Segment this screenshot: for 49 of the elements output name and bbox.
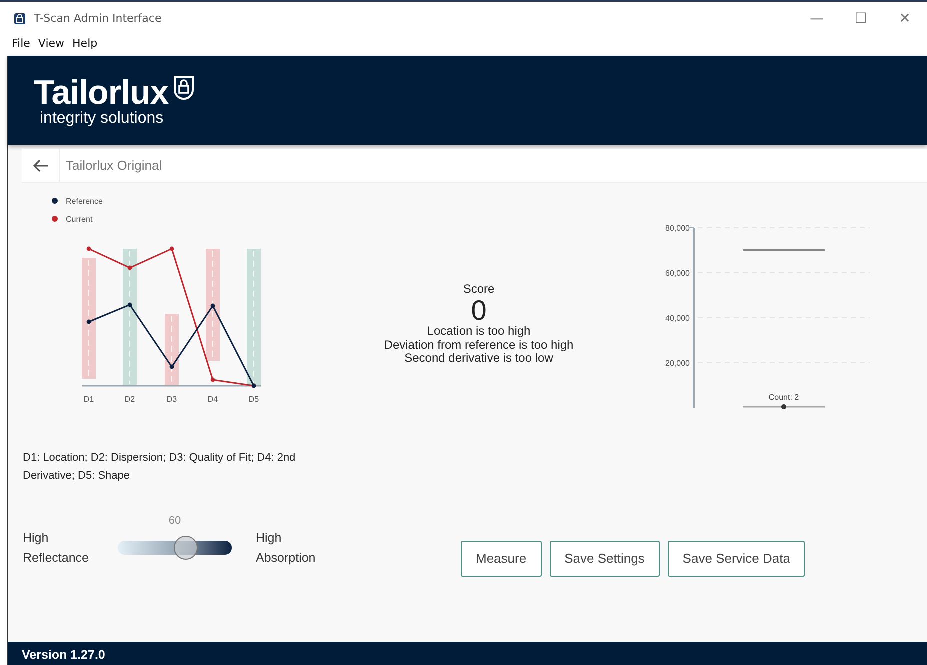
- page-title: Tailorlux Original: [65, 156, 162, 175]
- score-value: 0: [470, 296, 488, 325]
- maximize-icon[interactable]: ☐: [839, 8, 883, 30]
- window-title: T-Scan Admin Interface: [34, 10, 162, 27]
- brand-tagline: integrity solutions: [39, 110, 165, 128]
- axis-label: D4: [208, 395, 218, 404]
- axis-label: D2: [124, 395, 136, 404]
- score-message: Location is too high: [426, 324, 532, 339]
- data-point: [128, 302, 132, 308]
- legend-label: Current: [66, 215, 93, 224]
- action-button[interactable]: Save Settings: [550, 541, 660, 576]
- slider-label: High Reflectance: [23, 530, 90, 567]
- axis-label: D5: [248, 395, 260, 404]
- slider-label: High Absorption: [256, 530, 317, 567]
- score-message: Deviation from reference is too high: [383, 338, 575, 352]
- range-bar: [165, 314, 179, 386]
- data-point: [86, 246, 92, 252]
- axis-label: D3: [166, 395, 178, 404]
- app-icon: [14, 13, 26, 25]
- data-point: [170, 246, 174, 252]
- menu-item[interactable]: File: [12, 36, 30, 56]
- data-point: [86, 320, 92, 324]
- legend-label: Reference: [66, 197, 103, 206]
- menu-item[interactable]: Help: [72, 36, 98, 56]
- slider-thumb[interactable]: [174, 536, 198, 560]
- action-button[interactable]: Save Service Data: [668, 541, 806, 576]
- action-button[interactable]: Measure: [461, 541, 542, 576]
- score-label: Score: [462, 283, 496, 297]
- close-icon[interactable]: ✕: [883, 8, 927, 30]
- brand-name: Tailorlux: [34, 76, 169, 110]
- slider-track[interactable]: [118, 536, 232, 560]
- data-point: [210, 378, 216, 382]
- back-arrow-icon[interactable]: [32, 158, 48, 172]
- menu-item[interactable]: View: [38, 36, 65, 56]
- data-point: [210, 304, 216, 308]
- minimize-icon[interactable]: —: [795, 8, 839, 30]
- axis-tick-label: 80,000: [666, 224, 690, 233]
- dimension-legend-text: D1: Location; D2: Dispersion; D3: Quality of Fit; D4: 2nd Derivative; D5: Shape: [23, 451, 297, 484]
- count-label: Count: 2: [768, 393, 800, 402]
- padlock-icon: [172, 76, 195, 100]
- axis-label: D1: [84, 395, 94, 404]
- axis-tick-label: 20,000: [666, 359, 690, 368]
- slider-value: 60: [168, 514, 182, 529]
- data-point: [170, 364, 174, 370]
- version-label: Version 1.27.0: [22, 648, 106, 662]
- score-message: Second derivative is too low: [404, 352, 554, 366]
- axis-tick-label: 40,000: [666, 314, 690, 323]
- axis-tick-label: 60,000: [666, 269, 690, 278]
- data-point: [128, 266, 132, 270]
